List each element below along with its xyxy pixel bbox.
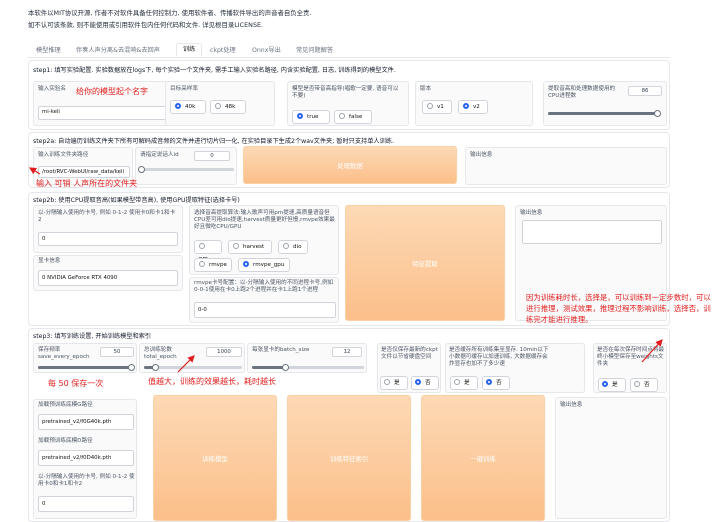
annotation-arrows [28, 167, 663, 373]
arrow-folder [28, 167, 41, 175]
arrow-epoch [177, 355, 195, 373]
arrow-weights [641, 339, 663, 363]
